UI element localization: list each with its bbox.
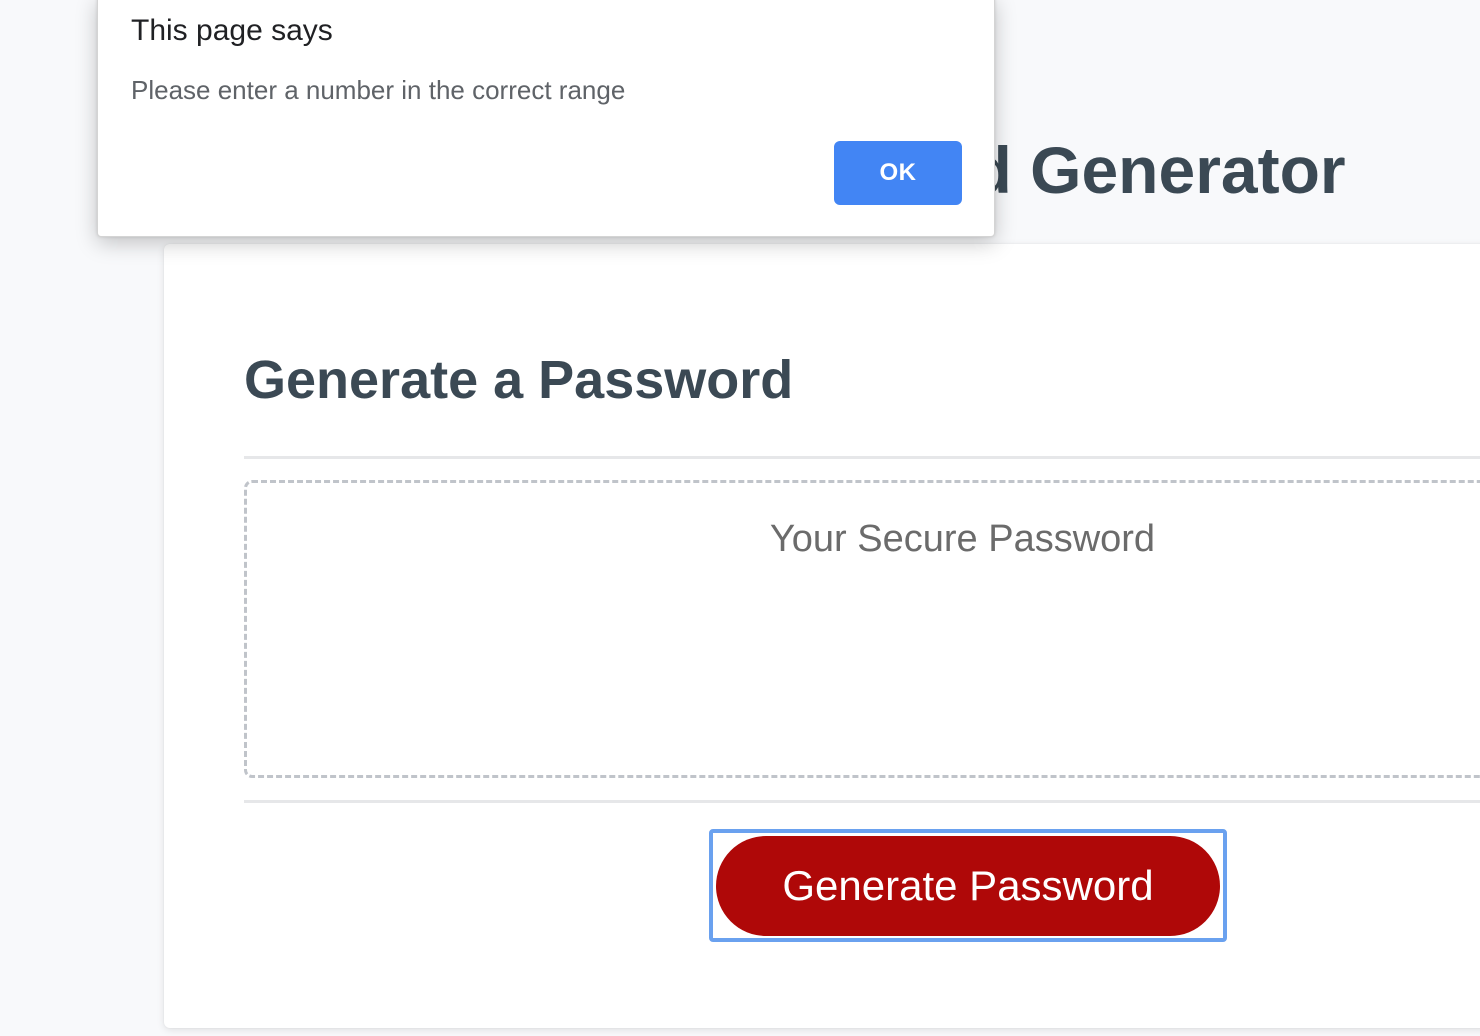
card-header-divider bbox=[244, 456, 1480, 459]
card-title: Generate a Password bbox=[244, 350, 794, 410]
password-output[interactable] bbox=[244, 480, 1480, 778]
dialog-message: Please enter a number in the correct ran… bbox=[131, 75, 626, 105]
password-card: Generate a Password Your Secure Password… bbox=[164, 244, 1480, 1028]
generate-password-button[interactable]: Generate Password bbox=[716, 836, 1220, 936]
alert-dialog: This page says Please enter a number in … bbox=[97, 0, 995, 237]
ok-button[interactable]: OK bbox=[834, 141, 962, 205]
card-footer-divider bbox=[244, 800, 1480, 803]
page: Password Generator Generate a Password Y… bbox=[0, 0, 1480, 1036]
dialog-title: This page says bbox=[131, 14, 333, 47]
